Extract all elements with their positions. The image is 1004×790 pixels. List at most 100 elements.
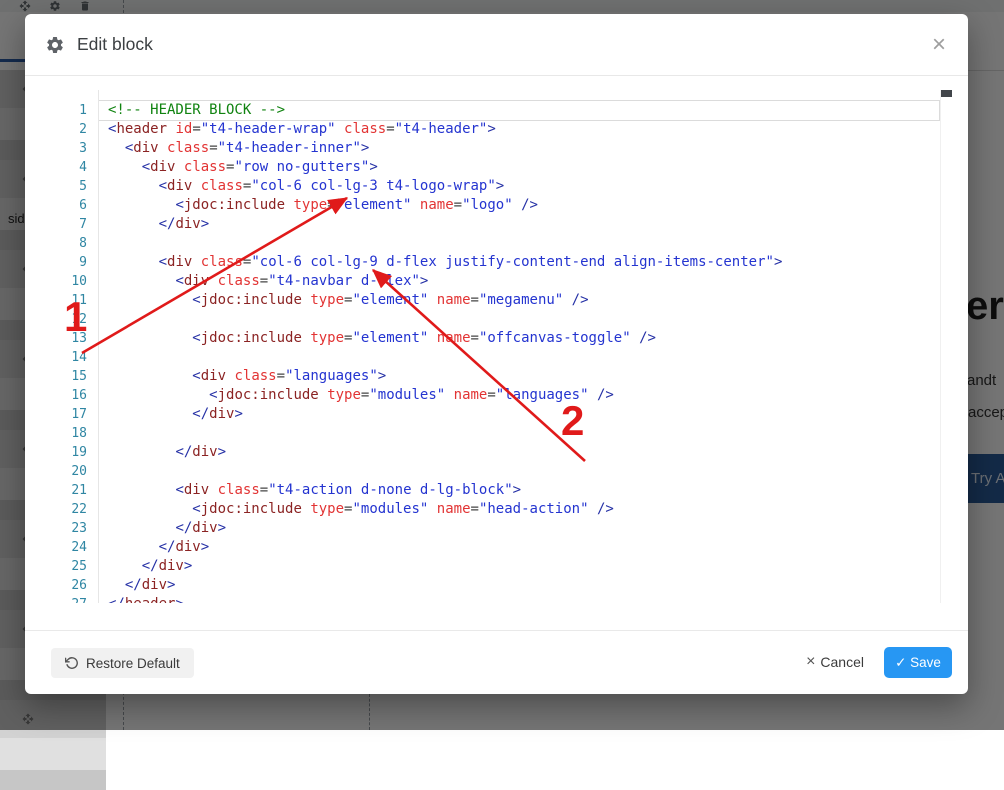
- code-text: <jdoc:include type="modules" name="langu…: [98, 386, 614, 405]
- code-line: 19 </div>: [60, 443, 940, 462]
- code-line: 13 <jdoc:include type="element" name="of…: [60, 329, 940, 348]
- line-number: 9: [60, 253, 98, 272]
- dialog-footer: Restore Default × Cancel ✓ Save: [25, 630, 968, 694]
- line-number: 22: [60, 500, 98, 519]
- edit-block-dialog: Edit block × 1<!-- HEADER BLOCK -->2<hea…: [25, 14, 968, 694]
- line-number: 16: [60, 386, 98, 405]
- code-line: 5 <div class="col-6 col-lg-3 t4-logo-wra…: [60, 177, 940, 196]
- code-line: 12: [60, 310, 940, 329]
- code-line: 3 <div class="t4-header-inner">: [60, 139, 940, 158]
- line-number: 25: [60, 557, 98, 576]
- code-line: 9 <div class="col-6 col-lg-9 d-flex just…: [60, 253, 940, 272]
- save-label: Save: [910, 655, 941, 670]
- code-text: <!-- HEADER BLOCK -->: [98, 101, 285, 120]
- code-text: [98, 462, 116, 481]
- editor-scrollbar[interactable]: [940, 90, 953, 603]
- line-number: 17: [60, 405, 98, 424]
- code-line: 24 </div>: [60, 538, 940, 557]
- code-text: </div>: [98, 557, 192, 576]
- line-number: 20: [60, 462, 98, 481]
- code-text: </div>: [98, 576, 175, 595]
- line-number: 14: [60, 348, 98, 367]
- code-text: <div class="t4-action d-none d-lg-block"…: [98, 481, 521, 500]
- code-line: 18: [60, 424, 940, 443]
- dialog-header: Edit block ×: [25, 14, 968, 76]
- code-line: 16 <jdoc:include type="modules" name="la…: [60, 386, 940, 405]
- code-text: [98, 234, 116, 253]
- code-text: <div class="col-6 col-lg-3 t4-logo-wrap"…: [98, 177, 504, 196]
- code-line: 11 <jdoc:include type="element" name="me…: [60, 291, 940, 310]
- line-number: 13: [60, 329, 98, 348]
- restore-default-label: Restore Default: [86, 656, 180, 671]
- line-number: 3: [60, 139, 98, 158]
- line-number: 24: [60, 538, 98, 557]
- save-check-icon: ✓: [895, 655, 906, 670]
- code-lines: 1<!-- HEADER BLOCK -->2<header id="t4-he…: [60, 101, 940, 603]
- line-number: 26: [60, 576, 98, 595]
- close-icon[interactable]: ×: [932, 30, 946, 60]
- line-number: 10: [60, 272, 98, 291]
- line-number: 8: [60, 234, 98, 253]
- code-line: 1<!-- HEADER BLOCK -->: [60, 101, 940, 120]
- code-text: <div class="t4-header-inner">: [98, 139, 369, 158]
- code-text: <div class="col-6 col-lg-9 d-flex justif…: [98, 253, 782, 272]
- line-number: 6: [60, 196, 98, 215]
- code-text: </div>: [98, 215, 209, 234]
- line-number: 23: [60, 519, 98, 538]
- line-number: 12: [60, 310, 98, 329]
- cancel-label: Cancel: [820, 654, 864, 670]
- code-text: [98, 348, 116, 367]
- restore-icon: [65, 656, 79, 670]
- code-line: 7 </div>: [60, 215, 940, 234]
- line-number: 5: [60, 177, 98, 196]
- code-text: <div class="languages">: [98, 367, 386, 386]
- cancel-button[interactable]: × Cancel: [806, 653, 864, 671]
- code-line: 8: [60, 234, 940, 253]
- line-number: 19: [60, 443, 98, 462]
- code-text: <jdoc:include type="modules" name="head-…: [98, 500, 614, 519]
- save-button[interactable]: ✓ Save: [884, 647, 952, 678]
- code-line: 22 <jdoc:include type="modules" name="he…: [60, 500, 940, 519]
- cancel-x-icon: ×: [806, 653, 815, 671]
- code-text: </header>: [98, 595, 184, 603]
- code-text: [98, 310, 116, 329]
- code-line: 2<header id="t4-header-wrap" class="t4-h…: [60, 120, 940, 139]
- code-line: 21 <div class="t4-action d-none d-lg-blo…: [60, 481, 940, 500]
- restore-default-button[interactable]: Restore Default: [51, 648, 194, 678]
- line-number: 15: [60, 367, 98, 386]
- code-text: [98, 424, 116, 443]
- line-number: 2: [60, 120, 98, 139]
- code-text: </div>: [98, 519, 226, 538]
- code-line: 15 <div class="languages">: [60, 367, 940, 386]
- scrollbar-thumb[interactable]: [941, 90, 952, 97]
- code-line: 4 <div class="row no-gutters">: [60, 158, 940, 177]
- line-number: 1: [60, 101, 98, 120]
- gutter-divider: [98, 90, 99, 603]
- code-line: 26 </div>: [60, 576, 940, 595]
- line-number: 4: [60, 158, 98, 177]
- code-text: </div>: [98, 443, 226, 462]
- code-line: 6 <jdoc:include type="element" name="log…: [60, 196, 940, 215]
- code-line: 23 </div>: [60, 519, 940, 538]
- dialog-title: Edit block: [77, 34, 153, 55]
- code-text: <div class="row no-gutters">: [98, 158, 378, 177]
- code-line: 17 </div>: [60, 405, 940, 424]
- code-line: 27</header>: [60, 595, 940, 603]
- line-number: 18: [60, 424, 98, 443]
- code-text: <jdoc:include type="element" name="megam…: [98, 291, 589, 310]
- code-line: 25 </div>: [60, 557, 940, 576]
- code-editor[interactable]: 1<!-- HEADER BLOCK -->2<header id="t4-he…: [60, 90, 953, 603]
- code-line: 20: [60, 462, 940, 481]
- code-text: <jdoc:include type="element" name="logo"…: [98, 196, 538, 215]
- code-line: 14: [60, 348, 940, 367]
- line-number: 11: [60, 291, 98, 310]
- code-text: </div>: [98, 538, 209, 557]
- code-line: 10 <div class="t4-navbar d-flex">: [60, 272, 940, 291]
- code-text: </div>: [98, 405, 243, 424]
- code-text: <header id="t4-header-wrap" class="t4-he…: [98, 120, 496, 139]
- line-number: 7: [60, 215, 98, 234]
- code-text: <jdoc:include type="element" name="offca…: [98, 329, 656, 348]
- gear-icon: [45, 35, 65, 55]
- code-text: <div class="t4-navbar d-flex">: [98, 272, 428, 291]
- line-number: 27: [60, 595, 98, 603]
